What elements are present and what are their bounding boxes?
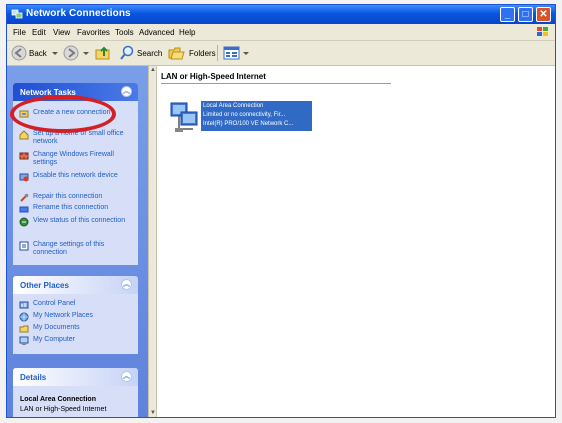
forward-arrow-icon[interactable] — [63, 45, 79, 61]
details-header[interactable]: Details ︽ — [13, 368, 138, 386]
network-places-icon — [19, 312, 29, 322]
connection-device: Intel(R) PRO/100 VE Network C... — [203, 121, 294, 127]
menu-advanced[interactable]: Advanced — [139, 28, 175, 37]
menu-favorites[interactable]: Favorites — [77, 28, 110, 37]
other-places-title: Other Places — [20, 281, 69, 290]
folders-button[interactable]: Folders — [189, 49, 216, 58]
network-connection-icon[interactable] — [167, 99, 203, 135]
search-button[interactable]: Search — [137, 49, 162, 58]
network-connections-icon — [11, 9, 23, 19]
details-title: Details — [20, 373, 47, 382]
scroll-down-arrow-icon[interactable]: ▼ — [150, 410, 156, 417]
scroll-up-arrow-icon[interactable]: ▲ — [150, 67, 156, 75]
disable-device-icon — [19, 173, 29, 182]
connection-status: Limited or no connectivity, Fir... — [203, 112, 286, 118]
menu-file[interactable]: File — [13, 28, 26, 37]
folders-icon[interactable] — [168, 45, 186, 61]
search-icon[interactable] — [119, 45, 135, 61]
other-places-header[interactable]: Other Places ︽ — [13, 276, 138, 294]
local-area-connection-item[interactable]: Local Area Connection Limited or no conn… — [201, 101, 312, 131]
windows-logo-icon — [537, 27, 548, 36]
other-places-panel: Other Places ︽ Control Panel My Network … — [13, 276, 138, 354]
toolbar-separator — [217, 45, 218, 61]
up-folder-icon[interactable] — [95, 45, 111, 61]
collapse-chevron-icon[interactable]: ︽ — [121, 279, 132, 290]
settings-icon — [19, 241, 29, 251]
pane-scrollbar[interactable]: ▲ ▼ — [148, 66, 157, 417]
control-panel-icon — [19, 301, 29, 309]
details-panel: Details ︽ Local Area Connection LAN or H… — [13, 368, 138, 417]
minimize-button[interactable]: _ — [500, 7, 515, 22]
toolbar: Back Search Folders — [7, 41, 555, 66]
details-connection-name: Local Area Connection — [20, 396, 96, 403]
back-dropdown-icon[interactable] — [51, 45, 59, 61]
menu-edit[interactable]: Edit — [32, 28, 46, 37]
repair-icon — [20, 193, 29, 202]
views-dropdown-icon[interactable] — [242, 45, 250, 61]
back-label[interactable]: Back — [29, 49, 47, 58]
status-icon — [19, 217, 29, 227]
maximize-button[interactable]: □ — [518, 7, 533, 22]
title-bar[interactable]: Network Connections _ □ ✕ — [7, 5, 555, 24]
connection-name: Local Area Connection — [203, 103, 264, 109]
back-arrow-icon[interactable] — [11, 45, 27, 61]
computer-icon — [19, 336, 29, 345]
menu-view[interactable]: View — [53, 28, 70, 37]
views-icon[interactable] — [223, 45, 241, 61]
group-divider — [161, 83, 391, 84]
home-network-icon — [19, 130, 29, 140]
highlight-ring — [10, 95, 116, 133]
details-connection-type: LAN or High-Speed Internet — [20, 406, 107, 413]
menu-help[interactable]: Help — [179, 28, 195, 37]
documents-icon — [19, 325, 29, 333]
forward-dropdown-icon[interactable] — [82, 45, 90, 61]
collapse-chevron-icon[interactable]: ︽ — [121, 371, 132, 382]
network-connections-window: Network Connections _ □ ✕ File Edit View… — [6, 4, 556, 418]
close-button[interactable]: ✕ — [536, 7, 551, 22]
menu-tools[interactable]: Tools — [115, 28, 134, 37]
firewall-icon — [19, 152, 29, 160]
menu-bar: File Edit View Favorites Tools Advanced … — [7, 24, 555, 41]
window-title: Network Connections — [26, 8, 131, 19]
rename-icon — [19, 206, 29, 213]
content-area: LAN or High-Speed Internet Local Area Co… — [157, 66, 555, 417]
group-header: LAN or High-Speed Internet — [161, 72, 266, 81]
collapse-chevron-icon[interactable]: ︽ — [121, 86, 132, 97]
